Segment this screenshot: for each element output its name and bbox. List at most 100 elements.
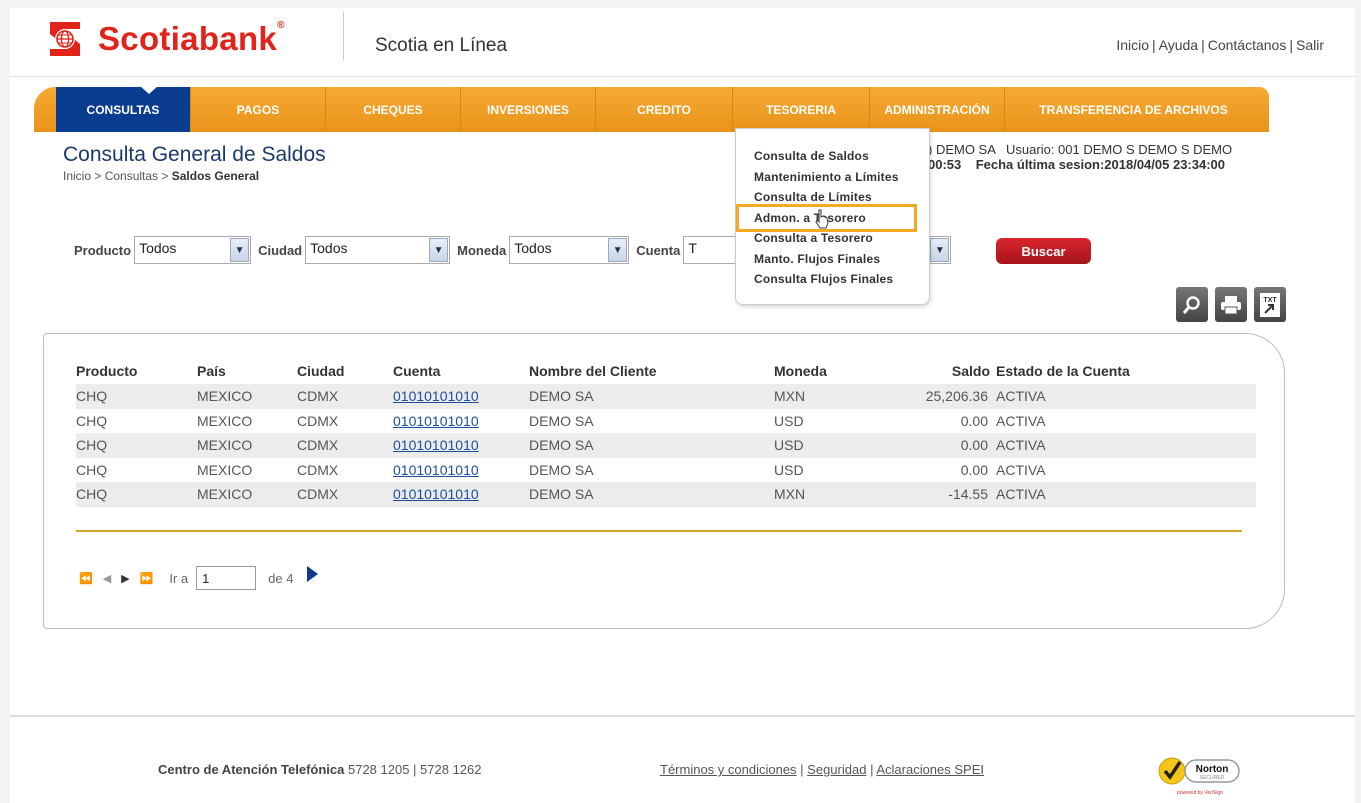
session-info: ) DEMO SA Usuario: 001 DEMO S DEMO S DEM…	[928, 142, 1232, 172]
account-link[interactable]: 01010101010	[393, 486, 479, 502]
col-cuenta[interactable]: Cuenta	[393, 358, 529, 384]
producto-select[interactable]: Todos ▼	[134, 236, 252, 264]
cell-nombre-cliente: DEMO SA	[529, 412, 594, 429]
ciudad-label: Ciudad	[258, 242, 303, 258]
account-link[interactable]: 01010101010	[393, 462, 479, 478]
cell-nombre-cliente: DEMO SA	[529, 461, 594, 478]
cell-producto: CHQ	[76, 433, 197, 458]
cell-ciudad: CDMX	[297, 433, 393, 458]
nav-consultas[interactable]: CONSULTAS	[56, 87, 191, 132]
menu-item-manto-flujos-finales[interactable]: Manto. Flujos Finales	[754, 252, 880, 266]
hand-cursor-icon	[815, 209, 829, 229]
account-link[interactable]: 01010101010	[393, 413, 479, 429]
link-ayuda[interactable]: Ayuda	[1159, 37, 1198, 53]
cell-ciudad: CDMX	[297, 412, 339, 429]
cell-saldo: 0.00	[960, 461, 988, 478]
menu-item-consulta-limites[interactable]: Consulta de Límites	[754, 190, 872, 204]
link-contactanos[interactable]: Contáctanos	[1208, 37, 1287, 53]
footer-contact: Centro de Atención Telefónica 5728 1205 …	[158, 762, 482, 777]
page: Scotiabank® Scotia en Línea Inicio | Ayuda…	[10, 8, 1355, 803]
txt-export-label: TXT	[1263, 297, 1277, 304]
link-aclaraciones-spei[interactable]: Aclaraciones SPEI	[876, 762, 984, 777]
col-saldo[interactable]: Saldo	[874, 358, 996, 384]
search-icon[interactable]	[1176, 287, 1208, 322]
nav-tesoreria[interactable]: TESORERIA	[733, 87, 870, 132]
top-links: Inicio | Ayuda | Contáctanos | Salir	[1116, 37, 1324, 53]
brand-name: Scotiabank®	[98, 20, 285, 57]
cell-saldo: -14.55	[874, 482, 996, 507]
cell-estado: ACTIVA	[996, 482, 1256, 507]
cell-moneda: USD	[774, 412, 804, 429]
cell-cuenta: 01010101010	[393, 458, 529, 483]
header-rule	[10, 76, 1355, 77]
menu-item-consulta-tesorero[interactable]: Consulta a Tesorero	[754, 231, 873, 245]
last-page-icon[interactable]: ⏩	[140, 572, 154, 585]
page-number-input[interactable]	[196, 566, 257, 590]
cell-producto: CHQ	[76, 412, 108, 429]
producto-label: Producto	[74, 242, 132, 258]
cell-saldo: 25,206.36	[874, 384, 996, 409]
go-page-arrow-icon[interactable]	[307, 566, 319, 582]
prev-page-icon[interactable]: ◀	[103, 572, 111, 585]
col-nombre-cliente[interactable]: Nombre del Cliente	[529, 358, 774, 384]
print-icon[interactable]	[1215, 287, 1247, 322]
moneda-label: Moneda	[457, 242, 507, 258]
chevron-down-icon: ▼	[230, 238, 250, 262]
first-page-icon[interactable]: ⏪	[79, 572, 93, 585]
cell-nombre-cliente: DEMO SA	[529, 384, 774, 409]
table-header-row: Producto País Ciudad Cuenta Nombre del C…	[76, 358, 1256, 384]
table-row: CHQ MEXICO CDMX 01010101010 DEMO SA MXN …	[76, 482, 1256, 507]
cell-estado: ACTIVA	[996, 461, 1046, 478]
col-moneda[interactable]: Moneda	[774, 358, 874, 384]
link-inicio[interactable]: Inicio	[1116, 37, 1149, 53]
cell-saldo: 0.00	[874, 433, 996, 458]
breadcrumb: Inicio > Consultas > Saldos General	[63, 169, 259, 183]
menu-item-consulta-saldos[interactable]: Consulta de Saldos	[754, 149, 869, 163]
cell-pais: MEXICO	[197, 482, 297, 507]
chevron-down-icon: ▼	[608, 238, 628, 262]
main-nav: CONSULTAS PAGOS CHEQUES INVERSIONES CRED…	[34, 86, 1269, 132]
cell-moneda: USD	[774, 433, 874, 458]
col-ciudad[interactable]: Ciudad	[297, 358, 393, 384]
balances-table: Producto País Ciudad Cuenta Nombre del C…	[76, 358, 1256, 507]
menu-item-mantenimiento-limites[interactable]: Mantenimiento a Límites	[754, 170, 899, 184]
nav-cheques[interactable]: CHEQUES	[326, 87, 461, 132]
breadcrumb-current: Saldos General	[171, 169, 260, 183]
nav-transferencia-archivos[interactable]: TRANSFERENCIA DE ARCHIVOS	[1005, 87, 1262, 132]
scotiabank-logo[interactable]: Scotiabank®	[42, 16, 285, 62]
nav-inversiones[interactable]: INVERSIONES	[461, 87, 596, 132]
chevron-down-icon: ▼	[930, 238, 950, 262]
account-link[interactable]: 01010101010	[393, 388, 479, 404]
cell-ciudad: CDMX	[297, 482, 393, 507]
header-divider	[343, 12, 344, 60]
breadcrumb-path[interactable]: Inicio > Consultas >	[63, 169, 172, 183]
next-page-icon[interactable]: ▶	[121, 572, 129, 585]
col-producto[interactable]: Producto	[76, 358, 197, 384]
col-pais[interactable]: País	[197, 358, 297, 384]
table-row: CHQ MEXICO CDMX 01010101010 DEMO SA USD …	[76, 409, 1256, 434]
txt-export-icon[interactable]: TXT	[1254, 287, 1286, 322]
col-estado-cuenta[interactable]: Estado de la Cuenta	[996, 358, 1256, 384]
svg-text:Norton: Norton	[1196, 764, 1229, 775]
chevron-down-icon: ▼	[429, 238, 449, 262]
nav-pagos[interactable]: PAGOS	[191, 87, 326, 132]
svg-text:SECURED: SECURED	[1200, 775, 1225, 781]
link-terminos[interactable]: Términos y condiciones	[660, 762, 797, 777]
cuenta-label: Cuenta	[636, 242, 681, 258]
svg-text:powered by VeriSign: powered by VeriSign	[1177, 790, 1223, 796]
menu-item-consulta-flujos-finales[interactable]: Consulta Flujos Finales	[754, 272, 893, 286]
results-panel: Producto País Ciudad Cuenta Nombre del C…	[43, 333, 1285, 629]
ciudad-select[interactable]: Todos ▼	[305, 236, 451, 264]
cell-cuenta: 01010101010	[393, 384, 529, 409]
nav-administracion[interactable]: ADMINISTRACIÓN	[870, 87, 1005, 132]
link-salir[interactable]: Salir	[1296, 37, 1324, 53]
phone-numbers: 5728 1205 | 5728 1262	[347, 762, 482, 777]
pagination: ⏪ ◀ ▶ ⏩ Ir a de 4	[79, 566, 319, 590]
link-seguridad[interactable]: Seguridad	[807, 762, 866, 777]
moneda-select[interactable]: Todos ▼	[509, 236, 630, 264]
account-link[interactable]: 01010101010	[393, 437, 479, 453]
norton-secured-badge[interactable]: Norton SECURED powered by VeriSign	[1156, 748, 1244, 798]
nav-credito[interactable]: CREDITO	[596, 87, 733, 132]
search-button[interactable]: Buscar	[996, 238, 1091, 264]
cell-pais: MEXICO	[197, 433, 297, 458]
